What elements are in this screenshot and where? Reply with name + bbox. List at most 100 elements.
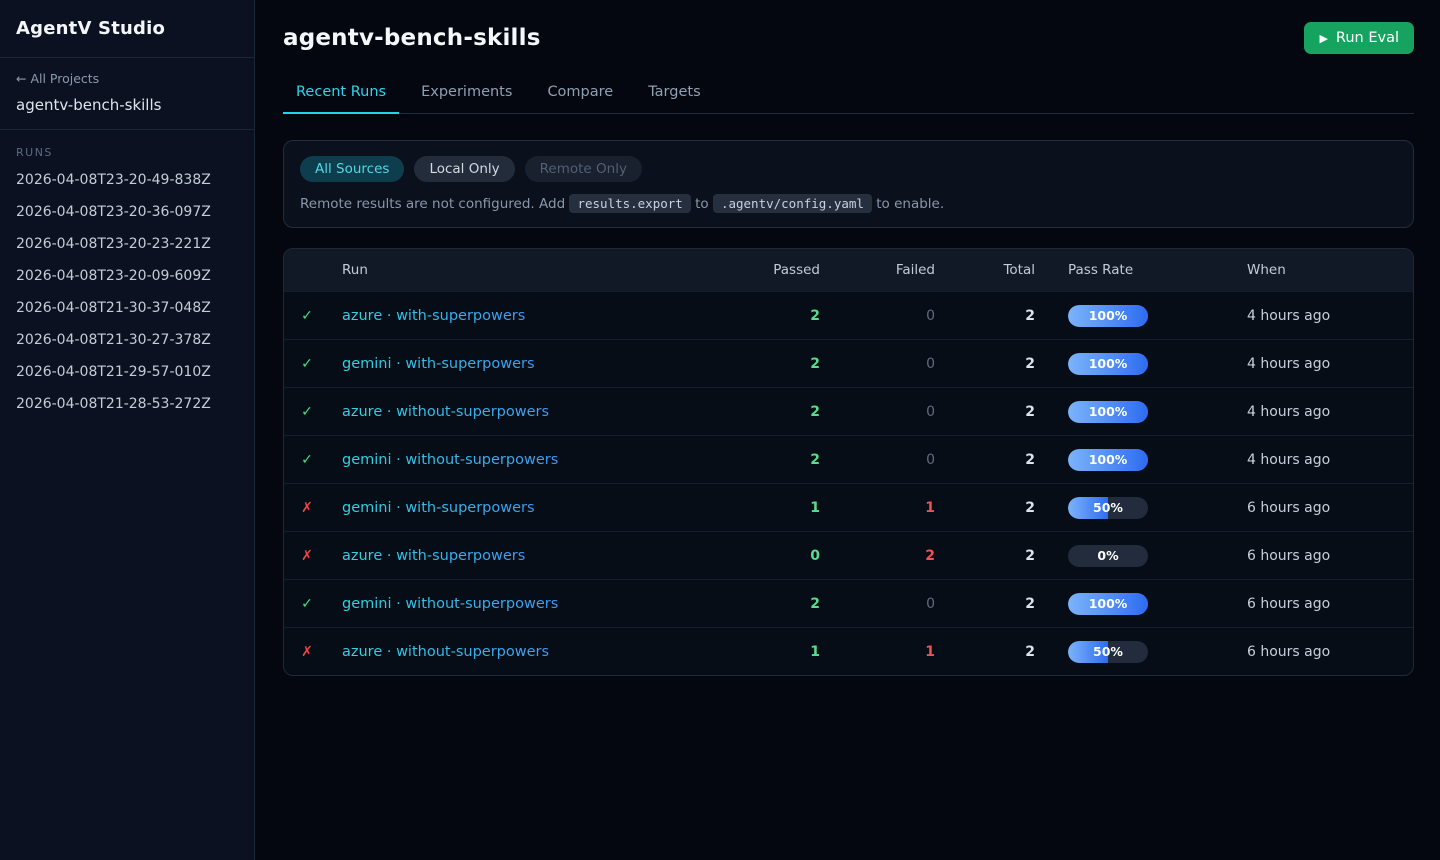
run-link[interactable]: gemini · without-superpowers xyxy=(342,452,558,468)
sidebar-run-item[interactable]: 2026-04-08T23-20-36-097Z xyxy=(0,196,254,228)
run-link[interactable]: gemini · without-superpowers xyxy=(342,596,558,612)
when-value: 4 hours ago xyxy=(1247,308,1413,324)
column-header-failed: Failed xyxy=(820,262,935,278)
source-filter-chip[interactable]: All Sources xyxy=(300,156,404,182)
sidebar-run-item[interactable]: 2026-04-08T23-20-09-609Z xyxy=(0,260,254,292)
status-icon: ✓ xyxy=(301,404,313,420)
run-link[interactable]: azure · without-superpowers xyxy=(342,404,549,420)
status-icon: ✗ xyxy=(301,500,313,516)
table-row[interactable]: ✓ azure · without-superpowers 2 0 2 100%… xyxy=(284,387,1413,435)
runs-table: Run Passed Failed Total Pass Rate When ✓… xyxy=(283,248,1414,676)
tab[interactable]: Targets xyxy=(635,84,713,113)
run-cell: azure · with-superpowers xyxy=(330,548,735,564)
passed-value: 2 xyxy=(735,308,820,324)
status-cell: ✗ xyxy=(284,500,330,516)
passed-value: 2 xyxy=(735,452,820,468)
run-cell: gemini · without-superpowers xyxy=(330,596,735,612)
sidebar-run-item[interactable]: 2026-04-08T23-20-49-838Z xyxy=(0,164,254,196)
source-filter-chip[interactable]: Remote Only xyxy=(525,156,642,182)
when-value: 6 hours ago xyxy=(1247,644,1413,660)
when-value: 4 hours ago xyxy=(1247,356,1413,372)
run-link[interactable]: azure · with-superpowers xyxy=(342,548,525,564)
run-link[interactable]: azure · with-superpowers xyxy=(342,308,525,324)
run-cell: gemini · with-superpowers xyxy=(330,356,735,372)
total-value: 2 xyxy=(935,404,1035,420)
failed-value: 0 xyxy=(820,308,935,324)
run-link[interactable]: gemini · with-superpowers xyxy=(342,356,535,372)
table-row[interactable]: ✗ azure · with-superpowers 0 2 2 0% 6 ho… xyxy=(284,531,1413,579)
table-row[interactable]: ✗ azure · without-superpowers 1 1 2 50% … xyxy=(284,627,1413,675)
table-row[interactable]: ✗ gemini · with-superpowers 1 1 2 50% 6 … xyxy=(284,483,1413,531)
failed-value: 0 xyxy=(820,356,935,372)
pass-rate-pill: 100% xyxy=(1068,593,1148,615)
pass-rate-pill: 100% xyxy=(1068,353,1148,375)
sidebar: AgentV Studio ← All Projects agentv-benc… xyxy=(0,0,255,860)
code-chip-results-export: results.export xyxy=(569,194,690,213)
pass-rate-pill: 100% xyxy=(1068,449,1148,471)
status-cell: ✓ xyxy=(284,596,330,612)
passed-value: 2 xyxy=(735,404,820,420)
run-cell: azure · without-superpowers xyxy=(330,644,735,660)
tab[interactable]: Compare xyxy=(534,84,626,113)
run-eval-button[interactable]: ▶ Run Eval xyxy=(1304,22,1414,54)
pass-rate-pill: 100% xyxy=(1068,401,1148,423)
column-header-passed: Passed xyxy=(735,262,820,278)
back-to-projects-link[interactable]: ← All Projects xyxy=(16,71,238,86)
column-header-total: Total xyxy=(935,262,1035,278)
tab-bar: Recent Runs Experiments Compare Targets xyxy=(283,84,1414,114)
pass-rate-cell: 100% xyxy=(1035,449,1247,471)
sidebar-run-item[interactable]: 2026-04-08T21-28-53-272Z xyxy=(0,388,254,420)
remote-config-notice: Remote results are not configured. Add r… xyxy=(300,196,1397,212)
pass-rate-cell: 0% xyxy=(1035,545,1247,567)
status-icon: ✗ xyxy=(301,548,313,564)
failed-value: 0 xyxy=(820,452,935,468)
when-value: 4 hours ago xyxy=(1247,404,1413,420)
runs-list: 2026-04-08T23-20-49-838Z 2026-04-08T23-2… xyxy=(0,164,254,420)
run-link[interactable]: azure · without-superpowers xyxy=(342,644,549,660)
tab[interactable]: Recent Runs xyxy=(283,84,399,114)
column-header-run: Run xyxy=(330,262,735,278)
pass-rate-label: 100% xyxy=(1068,593,1148,615)
status-cell: ✓ xyxy=(284,452,330,468)
code-chip-config-yaml: .agentv/config.yaml xyxy=(713,194,872,213)
table-header-row: Run Passed Failed Total Pass Rate When xyxy=(284,249,1413,291)
total-value: 2 xyxy=(935,644,1035,660)
status-icon: ✓ xyxy=(301,452,313,468)
status-cell: ✗ xyxy=(284,548,330,564)
table-row[interactable]: ✓ gemini · without-superpowers 2 0 2 100… xyxy=(284,579,1413,627)
run-cell: azure · with-superpowers xyxy=(330,308,735,324)
pass-rate-pill: 0% xyxy=(1068,545,1148,567)
total-value: 2 xyxy=(935,596,1035,612)
passed-value: 2 xyxy=(735,596,820,612)
when-value: 6 hours ago xyxy=(1247,500,1413,516)
column-header-when: When xyxy=(1247,262,1413,278)
notice-text: to xyxy=(695,196,709,212)
sidebar-run-item[interactable]: 2026-04-08T23-20-23-221Z xyxy=(0,228,254,260)
pass-rate-cell: 50% xyxy=(1035,641,1247,663)
table-row[interactable]: ✓ gemini · with-superpowers 2 0 2 100% 4… xyxy=(284,339,1413,387)
notice-text: Remote results are not configured. Add xyxy=(300,196,565,212)
run-link[interactable]: gemini · with-superpowers xyxy=(342,500,535,516)
status-icon: ✓ xyxy=(301,356,313,372)
source-filter-chips: All Sources Local Only Remote Only xyxy=(300,156,1397,182)
passed-value: 0 xyxy=(735,548,820,564)
sidebar-run-item[interactable]: 2026-04-08T21-30-27-378Z xyxy=(0,324,254,356)
status-icon: ✗ xyxy=(301,644,313,660)
pass-rate-cell: 100% xyxy=(1035,305,1247,327)
table-row[interactable]: ✓ gemini · without-superpowers 2 0 2 100… xyxy=(284,435,1413,483)
sidebar-run-item[interactable]: 2026-04-08T21-30-37-048Z xyxy=(0,292,254,324)
status-icon: ✓ xyxy=(301,596,313,612)
pass-rate-label: 100% xyxy=(1068,449,1148,471)
source-filter-chip[interactable]: Local Only xyxy=(414,156,514,182)
play-icon: ▶ xyxy=(1319,33,1327,44)
sidebar-run-item[interactable]: 2026-04-08T21-29-57-010Z xyxy=(0,356,254,388)
status-cell: ✓ xyxy=(284,308,330,324)
total-value: 2 xyxy=(935,548,1035,564)
tab[interactable]: Experiments xyxy=(408,84,525,113)
pass-rate-label: 50% xyxy=(1068,641,1148,663)
pass-rate-label: 100% xyxy=(1068,353,1148,375)
run-cell: gemini · without-superpowers xyxy=(330,452,735,468)
table-row[interactable]: ✓ azure · with-superpowers 2 0 2 100% 4 … xyxy=(284,291,1413,339)
pass-rate-cell: 100% xyxy=(1035,353,1247,375)
when-value: 6 hours ago xyxy=(1247,548,1413,564)
